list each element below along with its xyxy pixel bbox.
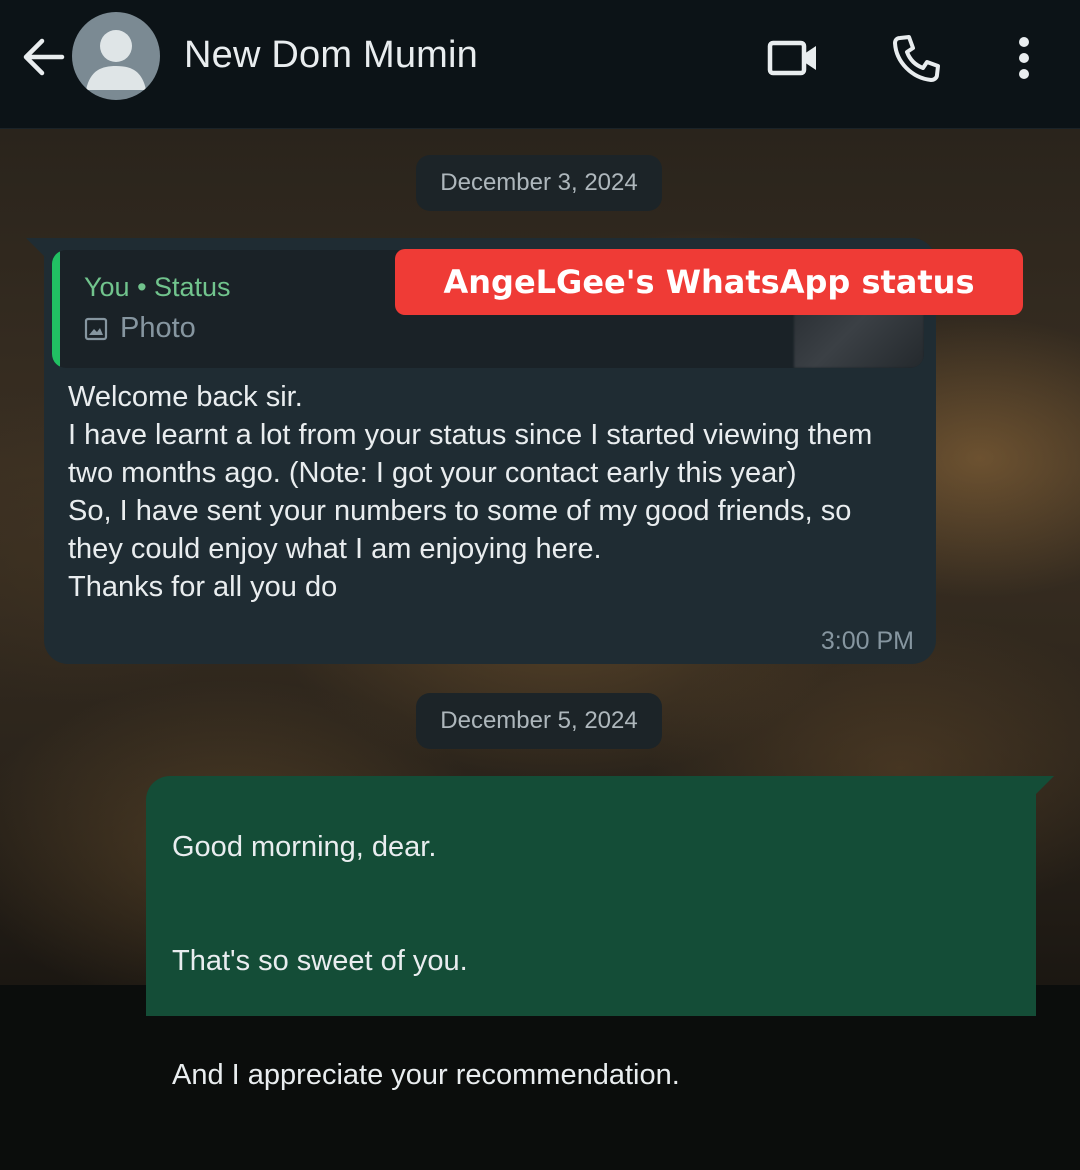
quote-accent-bar: [52, 250, 60, 368]
status-thumbnail: [794, 312, 924, 368]
voice-call-button[interactable]: [888, 30, 944, 86]
date-separator: December 3, 2024: [416, 155, 662, 211]
bubble-tail: [26, 238, 46, 258]
quote-media-type: Photo: [84, 312, 196, 345]
message-line: And I appreciate your recommendation.: [172, 1059, 680, 1091]
message-timestamp: 3:00 PM: [820, 627, 914, 655]
outgoing-message[interactable]: Good morning, dear. That's so sweet of y…: [146, 776, 1054, 1091]
default-avatar-icon: [86, 30, 146, 90]
quote-author: You • Status: [84, 272, 231, 302]
more-vertical-icon: [1019, 37, 1029, 79]
message-line: That's so sweet of you.: [172, 945, 468, 977]
arrow-left-icon: [23, 38, 65, 76]
bubble-tail: [1034, 776, 1054, 796]
annotation-banner: AngeLGee's WhatsApp status: [395, 249, 1023, 315]
chat-header: New Dom Mumin: [0, 0, 1080, 129]
quote-type-label: Photo: [120, 312, 196, 344]
phone-icon: [893, 35, 940, 82]
contact-avatar[interactable]: [72, 12, 160, 100]
more-options-button[interactable]: [996, 30, 1052, 86]
back-button[interactable]: [18, 32, 68, 82]
date-separator: December 5, 2024: [416, 693, 662, 749]
video-call-icon: [767, 40, 816, 76]
photo-icon: [84, 317, 108, 340]
outgoing-message-text: Good morning, dear. That's so sweet of y…: [172, 790, 1012, 1170]
incoming-message-text: Welcome back sir. I have learnt a lot fr…: [68, 381, 873, 603]
video-call-button[interactable]: [766, 30, 822, 86]
contact-name[interactable]: New Dom Mumin: [184, 34, 478, 77]
message-line: Good morning, dear.: [172, 831, 437, 863]
